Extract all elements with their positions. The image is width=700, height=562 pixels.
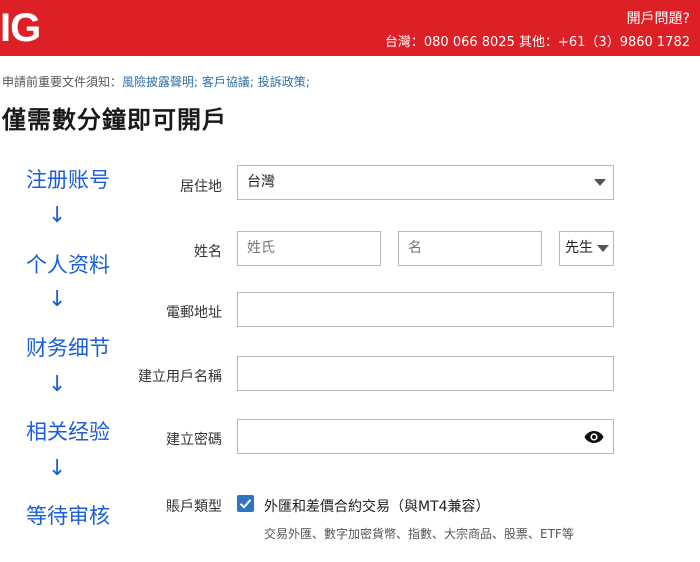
notice-separator: ;: [249, 75, 254, 89]
risk-disclosure-link[interactable]: 風險披露聲明: [122, 75, 194, 89]
ig-logo[interactable]: IG: [0, 6, 41, 50]
surname-input[interactable]: 姓氏: [237, 231, 381, 266]
password-input[interactable]: [237, 419, 614, 454]
checkmark-icon: [239, 499, 252, 509]
step-arrow-icon: ↓: [48, 203, 67, 228]
email-input[interactable]: [237, 292, 614, 327]
step-arrow-icon: ↓: [48, 372, 67, 397]
account-type-label: 賬戶類型: [166, 499, 222, 515]
step-register: 注册账号: [26, 168, 110, 192]
step-experience: 相关经验: [26, 420, 110, 444]
username-label: 建立用戶名稱: [138, 369, 222, 385]
forex-cfd-option-description: 交易外匯、數字加密貨幣、指數、大宗商品、股票、ETF等: [264, 527, 574, 541]
residence-value: 台灣: [247, 174, 275, 190]
name-label: 姓名: [194, 244, 222, 260]
dropdown-arrow-icon: [597, 245, 609, 252]
complaints-policy-link[interactable]: 投訴政策: [258, 75, 306, 89]
show-password-eye-icon[interactable]: [584, 430, 604, 444]
notice-prefix: 申請前重要文件須知：: [2, 75, 123, 89]
title-select[interactable]: 先生: [559, 231, 614, 266]
page-title: 僅需數分鐘即可開戶: [2, 106, 227, 134]
notice-separator: ;: [305, 75, 310, 89]
residence-select[interactable]: 台灣: [237, 165, 614, 200]
notice-separator: ;: [194, 75, 199, 89]
account-help-link[interactable]: 開戶問題?: [627, 8, 690, 28]
step-financial-details: 财务细节: [26, 336, 110, 360]
client-agreement-link[interactable]: 客戶協議: [202, 75, 250, 89]
step-personal-info: 个人资料: [26, 253, 110, 277]
residence-label: 居住地: [180, 179, 222, 195]
password-label: 建立密碼: [166, 432, 222, 448]
given-name-input[interactable]: 名: [398, 231, 542, 266]
header-bar: IG 開戶問題? 台灣：080 066 8025 其他：+61（3）9860 1…: [0, 0, 700, 56]
dropdown-arrow-icon: [594, 179, 606, 186]
document-notice: 申請前重要文件須知：風險披露聲明; 客戶協議; 投訴政策;: [2, 73, 310, 90]
forex-cfd-checkbox[interactable]: [237, 495, 254, 512]
username-input[interactable]: [237, 356, 614, 391]
step-arrow-icon: ↓: [48, 456, 67, 481]
step-arrow-icon: ↓: [48, 287, 67, 312]
title-value: 先生: [565, 240, 593, 256]
phone-numbers: 台灣：080 066 8025 其他：+61（3）9860 1782: [384, 35, 690, 50]
email-label: 電郵地址: [166, 305, 222, 321]
step-await-review: 等待审核: [26, 504, 110, 528]
forex-cfd-option-label[interactable]: 外匯和差價合約交易（與MT4兼容）: [264, 496, 490, 516]
